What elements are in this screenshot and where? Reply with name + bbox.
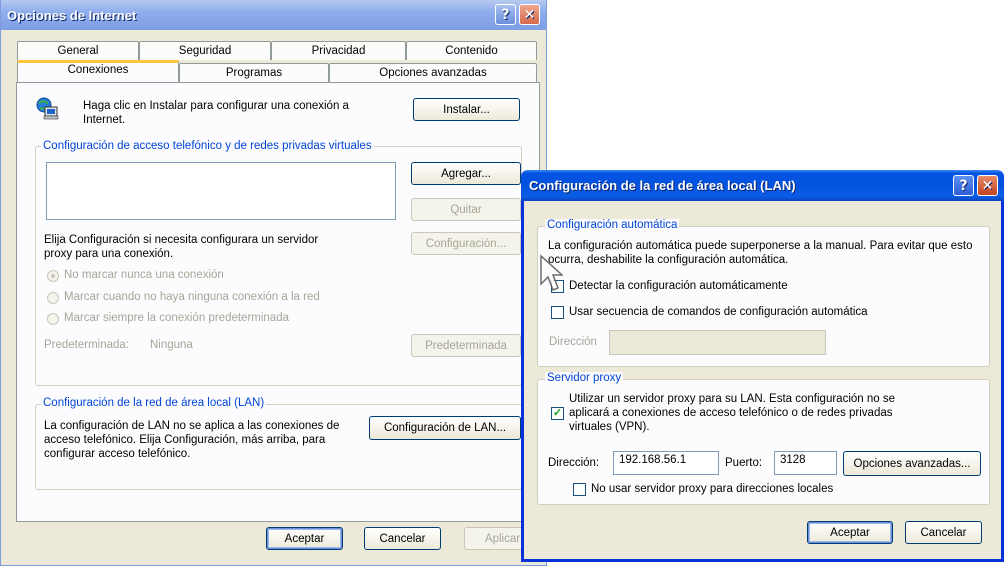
- lan-ok-button[interactable]: Aceptar: [807, 521, 893, 544]
- proxy-hint: Elija Configuración si necesita configur…: [44, 234, 319, 260]
- radio-always-dial[interactable]: [47, 313, 59, 325]
- proxy-address-label: Dirección:: [548, 457, 600, 469]
- auto-config-title: Configuración automática: [545, 219, 680, 231]
- add-button[interactable]: Agregar...: [411, 162, 521, 185]
- lan-settings-titlebar[interactable]: Configuración de la red de área local (L…: [521, 170, 1004, 201]
- radio-dial-when-no-network[interactable]: [47, 292, 59, 304]
- dialup-group-title: Configuración de acceso telefónico y de …: [41, 140, 374, 152]
- tab-contenido[interactable]: Contenido: [406, 41, 537, 60]
- close-icon[interactable]: ✕: [519, 4, 540, 25]
- set-default-button[interactable]: Predeterminada: [411, 334, 521, 357]
- auto-script-checkbox[interactable]: [551, 306, 564, 319]
- window-title: Opciones de Internet: [7, 7, 137, 23]
- mouse-cursor-icon: [539, 254, 564, 294]
- tab-privacidad[interactable]: Privacidad: [271, 41, 406, 60]
- radio-never-dial-label: No marcar nunca una conexión: [64, 269, 224, 281]
- lan-settings-button[interactable]: Configuración de LAN...: [369, 416, 521, 440]
- tab-seguridad[interactable]: Seguridad: [139, 41, 271, 60]
- bypass-local-label: No usar servidor proxy para direcciones …: [591, 483, 834, 495]
- auto-script-label: Usar secuencia de comandos de configurac…: [569, 306, 868, 318]
- default-label: Predeterminada:: [44, 339, 130, 351]
- use-proxy-checkbox[interactable]: ✓: [551, 407, 564, 420]
- port-label: Puerto:: [725, 457, 763, 469]
- radio-always-dial-label: Marcar siempre la conexión predeterminad…: [64, 312, 289, 324]
- remove-button[interactable]: Quitar: [411, 198, 521, 221]
- close-icon[interactable]: ✕: [977, 175, 998, 196]
- proxy-advanced-button[interactable]: Opciones avanzadas...: [843, 451, 981, 476]
- help-icon[interactable]: ?: [953, 175, 974, 196]
- setup-description: Haga clic en Instalar para configurar un…: [83, 100, 349, 126]
- proxy-server-title: Servidor proxy: [545, 372, 624, 384]
- port-input[interactable]: 3128: [774, 451, 837, 475]
- script-address-input[interactable]: [609, 330, 826, 355]
- internet-options-window: Opciones de Internet ? ✕ General Segurid…: [0, 0, 547, 566]
- lan-cancel-button[interactable]: Cancelar: [905, 521, 982, 544]
- auto-config-description: La configuración automática puede superp…: [548, 240, 973, 266]
- install-button[interactable]: Instalar...: [413, 98, 520, 121]
- settings-button[interactable]: Configuración...: [411, 232, 521, 255]
- bypass-local-checkbox[interactable]: [573, 483, 586, 496]
- lan-window-title: Configuración de la red de área local (L…: [529, 178, 796, 193]
- radio-dial-when-no-network-label: Marcar cuando no haya ninguna conexión a…: [64, 291, 320, 303]
- lan-description: La configuración de LAN no se aplica a l…: [44, 420, 340, 460]
- tab-opciones-avanzadas[interactable]: Opciones avanzadas: [329, 63, 537, 82]
- connections-panel: Haga clic en Instalar para configurar un…: [16, 82, 540, 522]
- radio-never-dial[interactable]: [47, 270, 59, 282]
- use-proxy-label: Utilizar un servidor proxy para su LAN. …: [569, 393, 895, 433]
- default-value: Ninguna: [150, 339, 193, 351]
- lan-group-title: Configuración de la red de área local (L…: [41, 397, 267, 409]
- proxy-address-input[interactable]: 192.168.56.1: [613, 451, 719, 475]
- tab-general[interactable]: General: [17, 41, 139, 60]
- tab-conexiones[interactable]: Conexiones: [17, 60, 179, 82]
- cancel-button[interactable]: Cancelar: [364, 527, 441, 550]
- connections-list[interactable]: [46, 162, 396, 220]
- help-icon[interactable]: ?: [495, 4, 516, 25]
- tab-programas[interactable]: Programas: [179, 63, 329, 82]
- internet-options-titlebar[interactable]: Opciones de Internet ? ✕: [1, 0, 546, 30]
- lan-settings-window: Configuración de la red de área local (L…: [521, 170, 1004, 562]
- detect-auto-label: Detectar la configuración automáticament…: [569, 280, 788, 292]
- script-address-label: Dirección: [549, 336, 597, 348]
- ok-button[interactable]: Aceptar: [266, 527, 343, 550]
- network-connection-icon: [36, 97, 60, 121]
